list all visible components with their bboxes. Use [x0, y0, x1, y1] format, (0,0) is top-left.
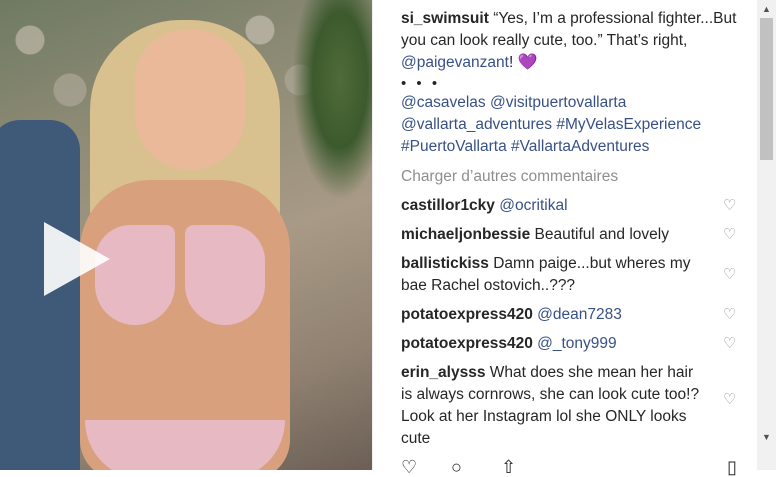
comment-text[interactable]: @ocritikal	[499, 197, 567, 214]
comment-username[interactable]: ballistickiss	[401, 255, 489, 272]
heart-outline-icon[interactable]: ♡	[723, 392, 741, 408]
comment: potatoexpress420 @dean7283 ♡	[401, 304, 741, 326]
bookmark-icon[interactable]: ▯	[727, 458, 737, 476]
caption-username[interactable]: si_swimsuit	[401, 10, 489, 27]
comment-username[interactable]: potatoexpress420	[401, 306, 533, 323]
comment-text: Beautiful and lovely	[534, 226, 669, 243]
post-media-video[interactable]	[0, 0, 372, 470]
caption: si_swimsuit “Yes, I’m a professional fig…	[401, 8, 741, 74]
caption-text-end: !	[508, 54, 514, 71]
comment-username[interactable]: michaeljonbessie	[401, 226, 530, 243]
comment-text[interactable]: @dean7283	[537, 306, 622, 323]
comments-scroll-area[interactable]: si_swimsuit “Yes, I’m a professional fig…	[401, 8, 741, 462]
caption-dots: • • •	[401, 75, 441, 92]
scrollbar-thumb[interactable]	[760, 18, 773, 160]
heart-outline-icon[interactable]: ♡	[723, 267, 741, 283]
subject-face	[135, 30, 245, 170]
share-icon[interactable]: ⇧	[501, 458, 516, 476]
comment: erin_alysss What does she mean her hair …	[401, 362, 741, 450]
comment-username[interactable]: castillor1cky	[401, 197, 495, 214]
heart-outline-icon[interactable]: ♡	[723, 198, 741, 214]
purple-heart-emoji: 💜	[517, 54, 538, 71]
load-more-comments-button[interactable]: Charger d’autres commentaires	[401, 166, 741, 188]
comment: ballistickiss Damn paige...but wheres my…	[401, 253, 741, 297]
scroll-down-arrow-icon[interactable]: ▼	[757, 428, 776, 446]
heart-outline-icon[interactable]: ♡	[723, 336, 741, 352]
comment: potatoexpress420 @_tony999 ♡	[401, 333, 741, 355]
heart-outline-icon[interactable]: ♡	[723, 227, 741, 243]
swimsuit-top-right	[185, 225, 265, 325]
caption-mention[interactable]: @paigevanzant	[401, 54, 509, 71]
comment-text[interactable]: @_tony999	[537, 335, 617, 352]
play-icon[interactable]	[44, 222, 110, 296]
scroll-up-arrow-icon[interactable]: ▲	[757, 0, 776, 18]
heart-outline-icon[interactable]: ♡	[401, 458, 417, 476]
comments-panel: si_swimsuit “Yes, I’m a professional fig…	[373, 0, 780, 476]
comment-bubble-icon[interactable]: ○	[451, 458, 462, 476]
heart-outline-icon[interactable]: ♡	[723, 307, 741, 323]
comment-username[interactable]: erin_alysss	[401, 364, 485, 381]
comment: michaeljonbessie Beautiful and lovely ♡	[401, 224, 741, 246]
caption-tags[interactable]: @casavelas @visitpuertovallarta @vallart…	[401, 92, 741, 158]
comment-username[interactable]: potatoexpress420	[401, 335, 533, 352]
vertical-scrollbar[interactable]: ▲ ▼	[757, 0, 776, 470]
swimsuit-bottom	[85, 420, 285, 470]
comment: castillor1cky @ocritikal ♡	[401, 195, 741, 217]
